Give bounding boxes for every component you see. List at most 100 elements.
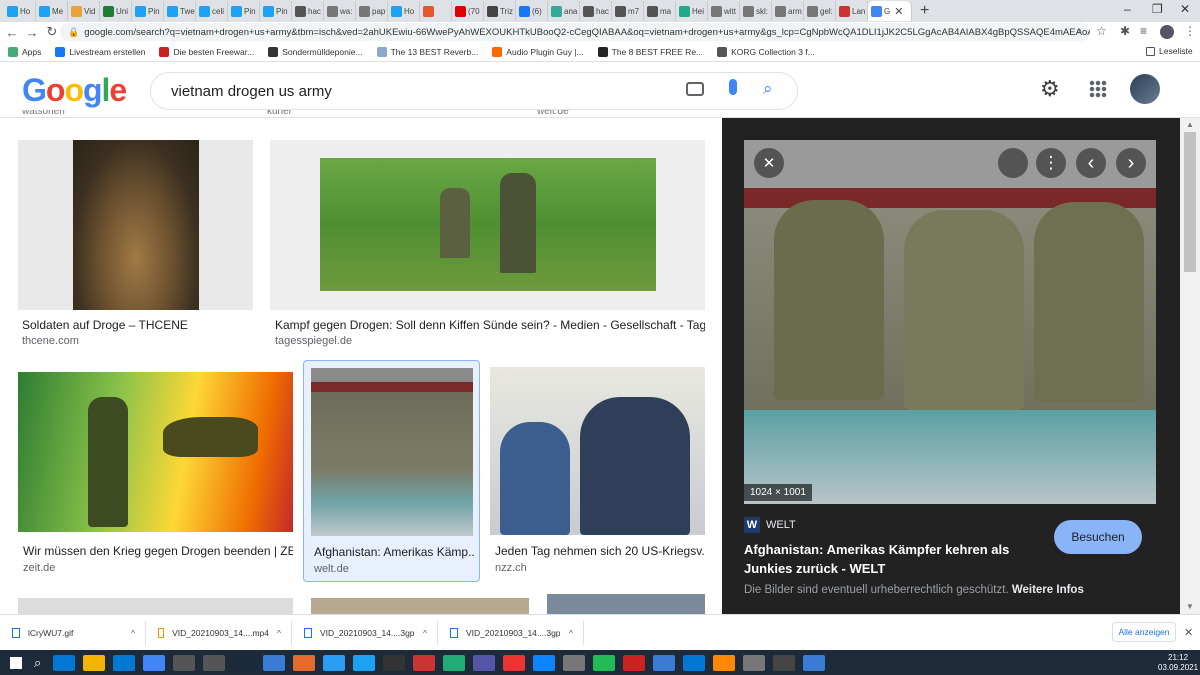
taskbar-app-icon[interactable] (563, 654, 586, 671)
download-options-icon[interactable]: ^ (277, 628, 281, 638)
previous-image-button[interactable]: ‹ (1076, 148, 1106, 178)
taskbar-app-icon[interactable] (533, 654, 556, 671)
image-result-2[interactable]: Kampf gegen Drogen: Soll denn Kiffen Sün… (270, 140, 705, 350)
scroll-up-arrow[interactable]: ▲ (1186, 120, 1194, 129)
taskbar-app-icon[interactable] (83, 654, 106, 671)
browser-tab[interactable]: Vid (68, 1, 100, 21)
browser-tab[interactable]: skl: (740, 1, 772, 21)
scrollbar-thumb[interactable] (1184, 132, 1196, 272)
forward-icon[interactable]: → (24, 25, 40, 40)
reload-icon[interactable]: ↻ (44, 24, 60, 40)
maximize-button[interactable]: ❐ (1152, 2, 1163, 16)
browser-tab[interactable]: Lan (836, 1, 868, 21)
more-info-link[interactable]: Weitere Infos (1012, 584, 1084, 596)
download-item[interactable]: lCryWU7.gif ^ (0, 620, 146, 645)
result-thumbnail[interactable] (311, 368, 473, 536)
image-result-5[interactable]: Jeden Tag nehmen sich 20 US-Kriegsv... n… (490, 367, 705, 582)
browser-tab[interactable]: ana (548, 1, 580, 21)
taskbar-app-icon[interactable] (113, 654, 136, 671)
taskbar-app-icon[interactable] (293, 654, 316, 671)
result-caption[interactable]: Soldaten auf Droge – THCENE (22, 318, 252, 332)
taskbar-app-icon[interactable] (263, 654, 286, 671)
browser-tab[interactable]: hac (580, 1, 612, 21)
reading-list-button[interactable]: Leseliste (1146, 46, 1193, 56)
lens-search-button[interactable] (998, 148, 1028, 178)
bookmark-item[interactable]: Livestream erstellen (55, 46, 145, 57)
result-thumbnail[interactable] (270, 140, 705, 310)
browser-tab[interactable] (420, 1, 452, 21)
bookmark-star-icon[interactable]: ☆ (1096, 24, 1107, 38)
browser-tab[interactable]: gel: (804, 1, 836, 21)
taskbar-app-icon[interactable] (653, 654, 676, 671)
taskbar-app-icon[interactable] (803, 654, 826, 671)
browser-tab[interactable]: (70 (452, 1, 484, 21)
taskbar-app-icon[interactable] (203, 654, 226, 671)
image-result-3[interactable]: Wir müssen den Krieg gegen Drogen beende… (18, 372, 293, 582)
taskbar-app-icon[interactable] (233, 654, 256, 671)
preview-title[interactable]: Afghanistan: Amerikas Kämpfer kehren als… (744, 540, 1044, 578)
taskbar-app-icon[interactable] (593, 654, 616, 671)
search-input[interactable]: vietnam drogen us army (171, 83, 332, 100)
profile-avatar[interactable] (1160, 25, 1174, 39)
taskbar-app-icon[interactable] (323, 654, 346, 671)
browser-tab[interactable]: Hei (676, 1, 708, 21)
taskbar-app-icon[interactable] (143, 654, 166, 671)
bookmark-item[interactable]: Sondermülldeponie... (268, 46, 363, 57)
result-caption[interactable]: Wir müssen den Krieg gegen Drogen beende… (23, 544, 293, 558)
result-thumbnail[interactable] (18, 140, 253, 310)
browser-tab[interactable]: Pin (260, 1, 292, 21)
browser-tab[interactable]: Me (36, 1, 68, 21)
result-caption[interactable]: Afghanistan: Amerikas Kämp... (314, 545, 474, 559)
partial-result[interactable] (18, 598, 293, 614)
minimize-button[interactable]: – (1124, 2, 1131, 16)
taskbar-app-icon[interactable] (683, 654, 706, 671)
zoom-icon[interactable]: ⌕ (1076, 25, 1082, 38)
browser-tab[interactable]: Triz (484, 1, 516, 21)
preview-image[interactable]: ✕ ⋮ ‹ › 1024 × 1001 (744, 140, 1156, 504)
browser-tab[interactable]: m7 (612, 1, 644, 21)
taskbar-app-icon[interactable] (53, 654, 76, 671)
bookmark-item[interactable]: The 13 BEST Reverb... (376, 46, 478, 57)
taskbar-app-icon[interactable] (503, 654, 526, 671)
browser-tab[interactable]: celi (196, 1, 228, 21)
url-field[interactable]: 🔒 google.com/search?q=vietnam+drogen+us+… (60, 23, 1090, 41)
result-thumbnail[interactable] (18, 372, 293, 532)
browser-tab[interactable]: arm (772, 1, 804, 21)
bookmark-item[interactable]: Audio Plugin Guy |... (492, 46, 584, 57)
download-item[interactable]: VID_20210903_14....mp4 ^ (146, 620, 292, 645)
search-icon[interactable]: ⌕ (763, 79, 773, 99)
browser-tab[interactable]: ma (644, 1, 676, 21)
windows-start-icon[interactable] (10, 656, 22, 669)
download-options-icon[interactable]: ^ (569, 628, 573, 638)
taskbar-app-icon[interactable] (353, 654, 376, 671)
download-options-icon[interactable]: ^ (131, 628, 135, 638)
browser-tab[interactable]: (6) (516, 1, 548, 21)
result-caption[interactable]: Jeden Tag nehmen sich 20 US-Kriegsv... (495, 544, 705, 558)
browser-tab[interactable]: witt (708, 1, 740, 21)
taskbar-search-icon[interactable]: ⌕ (34, 655, 41, 671)
browser-tab[interactable]: Pin (132, 1, 164, 21)
reading-list-icon[interactable]: ≡ (1140, 24, 1147, 38)
extensions-icon[interactable]: ✱ (1120, 24, 1130, 38)
taskbar-app-icon[interactable] (773, 654, 796, 671)
account-avatar[interactable] (1130, 74, 1160, 104)
bookmark-item[interactable]: Die besten Freewar... (159, 46, 254, 57)
browser-tab[interactable]: Pin (228, 1, 260, 21)
browser-tab[interactable]: Ho (388, 1, 420, 21)
taskbar-app-icon[interactable] (383, 654, 406, 671)
settings-icon[interactable]: ⚙ (1040, 76, 1060, 102)
show-all-downloads-button[interactable]: Alle anzeigen (1112, 622, 1176, 642)
image-result-4-selected[interactable]: Afghanistan: Amerikas Kämp... welt.de (303, 360, 480, 582)
back-icon[interactable]: ← (4, 25, 20, 40)
taskbar-app-icon[interactable] (713, 654, 736, 671)
taskbar-app-icon[interactable] (743, 654, 766, 671)
google-logo[interactable]: Google (22, 72, 127, 109)
bookmark-item[interactable]: KORG Collection 3 f... (717, 46, 815, 57)
taskbar-app-icon[interactable] (413, 654, 436, 671)
taskbar-app-icon[interactable] (473, 654, 496, 671)
mic-icon[interactable] (729, 79, 737, 95)
page-scrollbar[interactable]: ▲ ▼ (1180, 118, 1200, 614)
camera-icon[interactable] (686, 82, 704, 96)
bookmark-item[interactable]: Apps (8, 46, 41, 57)
taskbar-app-icon[interactable] (623, 654, 646, 671)
